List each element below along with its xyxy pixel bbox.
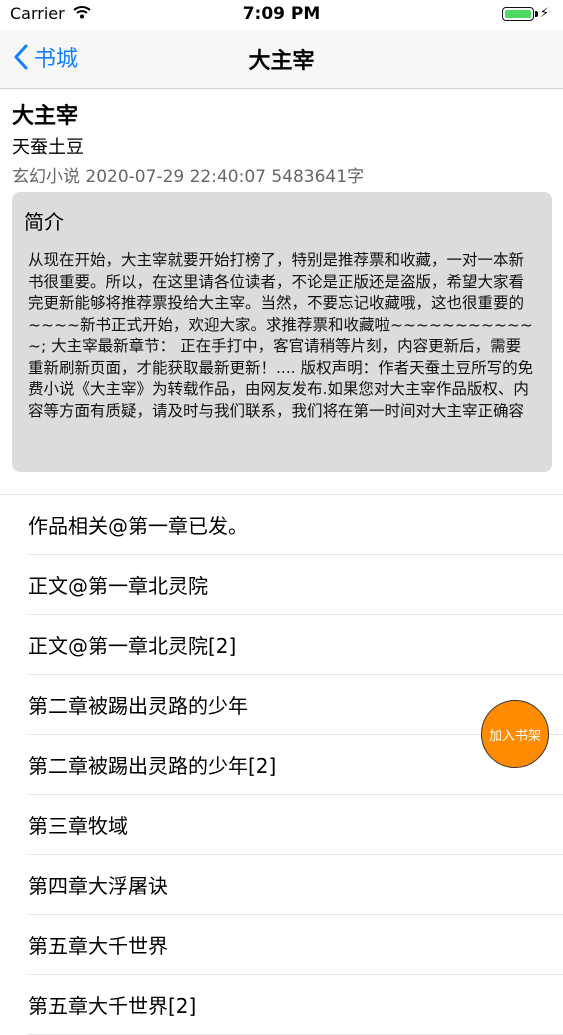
status-right: ⚡ (501, 6, 549, 21)
book-author: 天蚕土豆 (12, 137, 84, 158)
charging-icon: ⚡ (539, 6, 549, 21)
chapter-row[interactable]: 正文@第一章北灵院[2] (28, 615, 563, 675)
status-bar: Carrier 7:09 PM ⚡ (0, 0, 563, 30)
book-meta: 玄幻小说 2020-07-29 22:40:07 5483641字 (12, 167, 365, 187)
chapter-row[interactable]: 第五章大千世界 (28, 915, 563, 975)
chapter-row[interactable]: 正文@第一章北灵院 (28, 555, 563, 615)
add-to-bookshelf-label: 加入书架 (488, 728, 541, 744)
navigation-bar: 书城 大主宰 (0, 30, 563, 89)
chapter-row[interactable]: 第四章大浮屠诀 (28, 855, 563, 915)
add-to-bookshelf-button[interactable]: 加入书架 (481, 700, 549, 768)
book-title: 大主宰 (12, 104, 79, 129)
chapter-list: 作品相关@第一章已发。 正文@第一章北灵院 正文@第一章北灵院[2] 第二章被踢… (0, 494, 563, 1035)
intro-heading: 简介 (24, 210, 64, 234)
page-title: 大主宰 (248, 49, 315, 74)
chapter-row[interactable]: 第五章大千世界[2] (28, 975, 563, 1035)
chapter-row[interactable]: 作品相关@第一章已发。 (28, 495, 563, 555)
chapter-row[interactable]: 第三章牧域 (28, 795, 563, 855)
status-time: 7:09 PM (242, 4, 321, 24)
intro-text: 从现在开始，大主宰就要开始打榜了，特别是推荐票和收藏，一对一本新书很重要。所以，… (28, 251, 534, 420)
battery-icon (501, 6, 538, 21)
intro-box: 简介 从现在开始，大主宰就要开始打榜了，特别是推荐票和收藏，一对一本新书很重要。… (12, 192, 552, 472)
